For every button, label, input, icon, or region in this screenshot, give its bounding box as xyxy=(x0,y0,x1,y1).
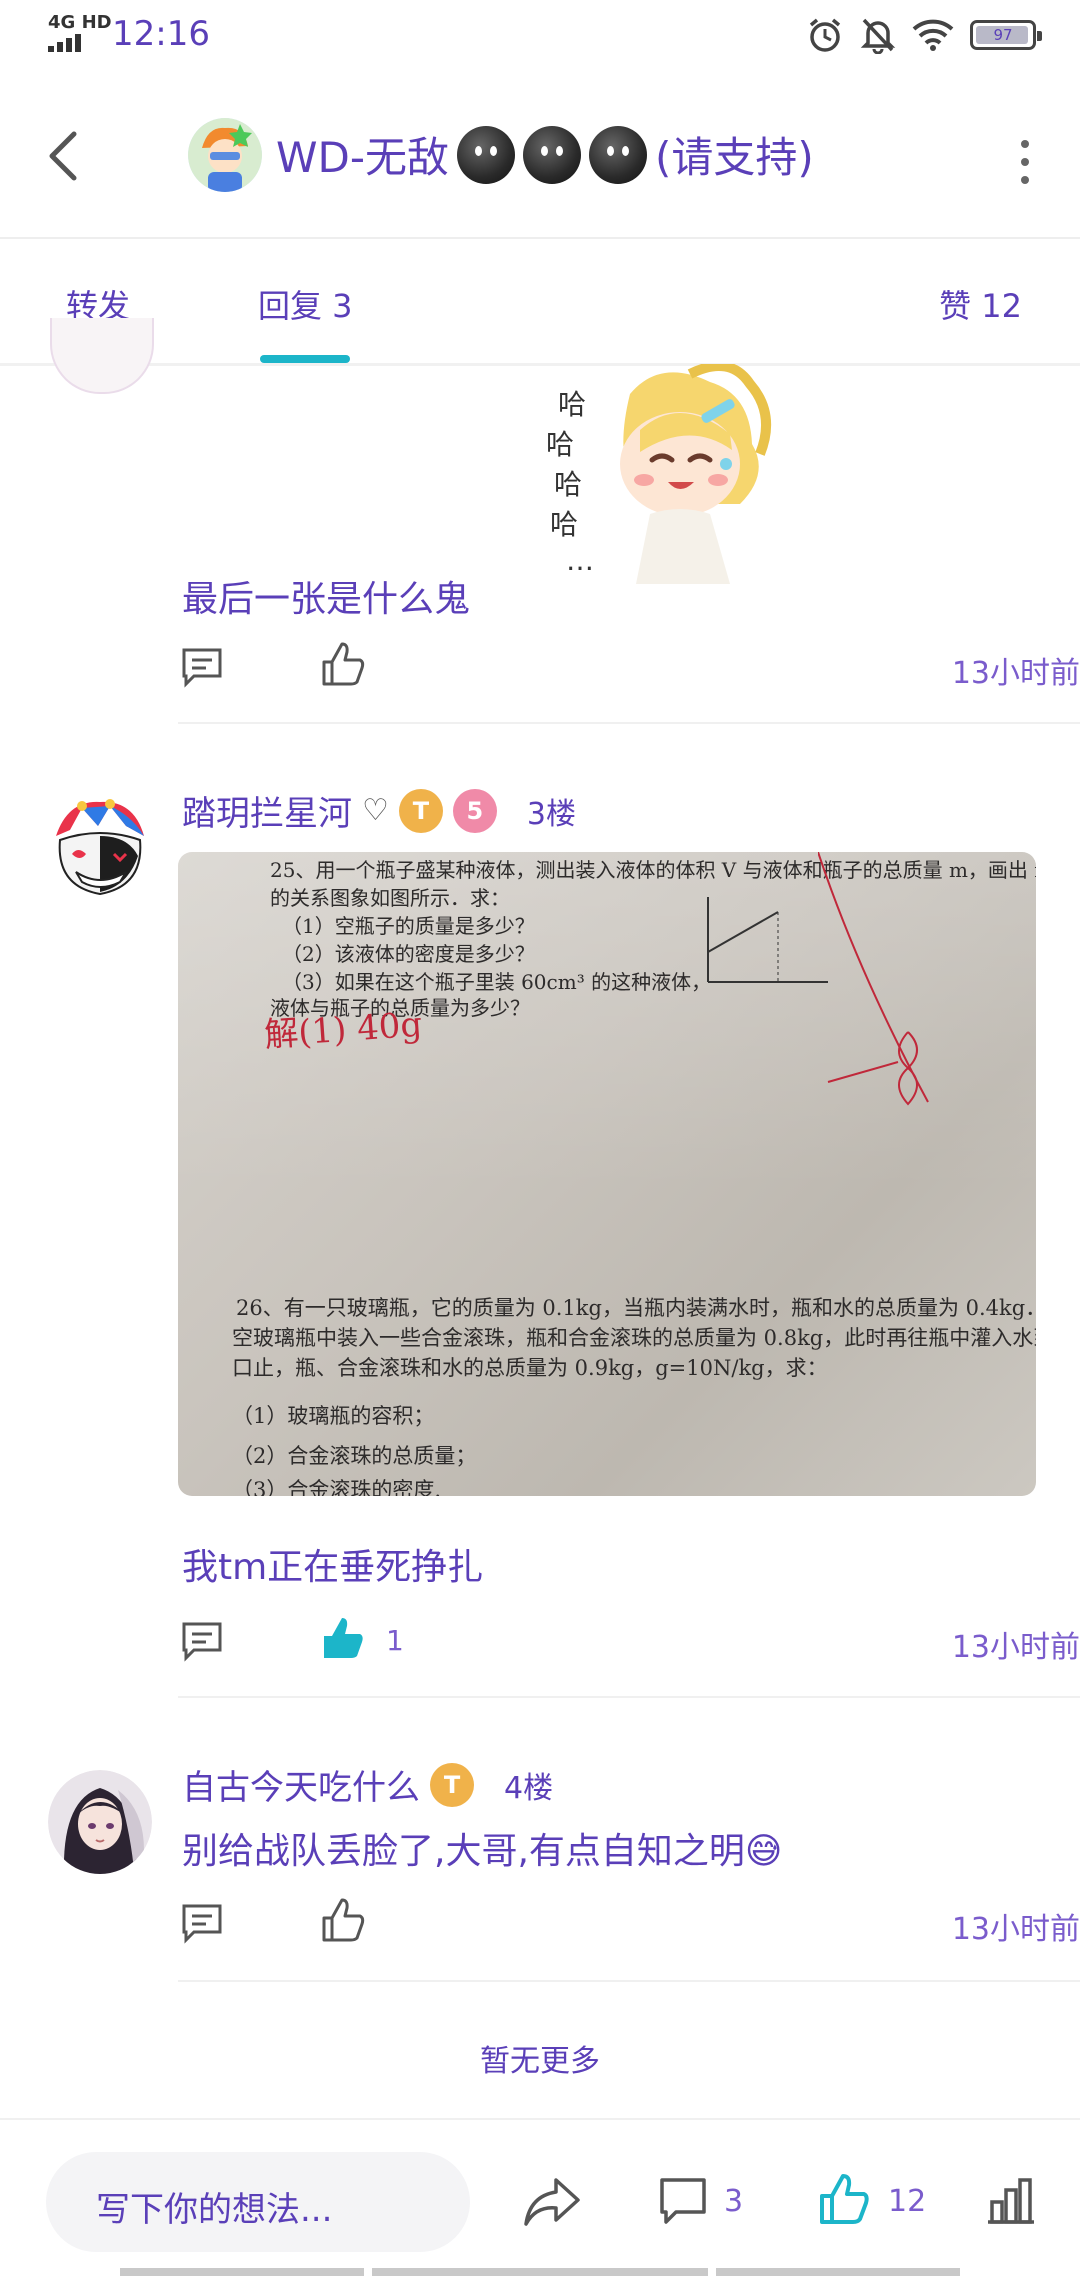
avatar[interactable] xyxy=(48,1770,152,1874)
tab-replies[interactable]: 回复 3 xyxy=(258,281,353,327)
tab-likes[interactable]: 赞 12 xyxy=(939,281,1022,327)
photo-text-line: 的关系图象如图所示．求： xyxy=(270,886,510,910)
photo-text-line: （3）合金滚珠的密度. xyxy=(232,1478,442,1496)
photo-text-line: （3）如果在这个瓶子里装 60cm³ 的这种液体， xyxy=(282,970,712,994)
like-icon[interactable] xyxy=(320,640,366,688)
username[interactable]: 踏玥拦星河 xyxy=(182,786,352,835)
title-text: WD-无敌 xyxy=(276,133,450,182)
nav-indicator xyxy=(372,2268,708,2276)
svg-text:哈: 哈 xyxy=(558,388,586,421)
divider xyxy=(178,1696,1080,1698)
post-header: WD-无敌 (请支持) xyxy=(0,72,1080,239)
comment-count: 3 xyxy=(724,2184,744,2219)
comment-text: 我tm正在垂死挣扎 xyxy=(182,1547,484,1588)
svg-text:哈: 哈 xyxy=(550,508,578,541)
graph-sketch-icon xyxy=(707,897,828,983)
post-title: WD-无敌 (请支持) xyxy=(276,124,814,185)
svg-text:…: … xyxy=(566,544,594,577)
network-indicator: 4G HD xyxy=(48,14,112,57)
signal-icon xyxy=(48,34,81,52)
photo-text-line: 26、有一只玻璃瓶，它的质量为 0.1kg，当瓶内装满水时，瓶和水的总质量为 0… xyxy=(236,1296,1036,1320)
comment-actions: 1 13小时前 xyxy=(180,1612,1080,1672)
attached-photo[interactable]: 25、用一个瓶子盛某种液体，测出装入液体的体积 V 与液体和瓶子的总质量 m，画… xyxy=(178,852,1036,1496)
rank-badge: 5 xyxy=(452,788,497,833)
avatar[interactable] xyxy=(50,318,154,394)
comment-text: 别给战队丢脸了,大哥,有点自知之明😅 xyxy=(182,1831,783,1872)
level-badge: T xyxy=(398,788,443,833)
comment-author: 踏玥拦星河 ♡ T 5 3楼 xyxy=(182,786,576,835)
comment-actions: 13小时前 xyxy=(180,1894,1080,1954)
emoji-face-icon xyxy=(589,125,648,184)
bottom-action-bar: 写下你的想法... 3 12 xyxy=(0,2118,1080,2282)
liked-icon[interactable] xyxy=(320,1614,366,1662)
comment-text: 最后一张是什么鬼 xyxy=(182,579,471,620)
photo-text-line: （2）该液体的密度是多少？ xyxy=(282,942,535,966)
tab-bar: 转发 回复 3 赞 12 xyxy=(0,239,1080,366)
level-badge: T xyxy=(430,1762,474,1807)
comment-time: 13小时前 xyxy=(951,656,1080,691)
comment-author: 自古今天吃什么 T 4楼 xyxy=(182,1760,553,1809)
nav-indicator xyxy=(120,2268,364,2276)
heart-outline-icon: ♡ xyxy=(362,793,389,828)
floor-number: 3楼 xyxy=(526,796,576,832)
divider xyxy=(178,722,1080,724)
comment-actions: 13小时前 xyxy=(180,638,1080,698)
reply-icon[interactable] xyxy=(180,1900,224,1944)
battery-icon: 97 xyxy=(970,20,1042,50)
alarm-icon xyxy=(809,18,841,52)
reply-icon[interactable] xyxy=(180,644,224,688)
username[interactable]: 自古今天吃什么 xyxy=(182,1760,420,1809)
photo-text-line: （2）合金滚珠的总质量； xyxy=(232,1444,477,1468)
photo-text-line: （1）玻璃瓶的容积； xyxy=(232,1404,435,1428)
battery-percent: 97 xyxy=(993,26,1013,44)
mute-bell-icon xyxy=(860,18,896,54)
photo-text-line: 口止，瓶、合金滚珠和水的总质量为 0.9kg，g=10N/kg，求： xyxy=(232,1356,828,1380)
svg-text:哈: 哈 xyxy=(554,468,582,501)
more-options-button[interactable] xyxy=(1010,132,1040,192)
comment-time: 13小时前 xyxy=(951,1630,1080,1665)
back-button[interactable] xyxy=(40,126,90,186)
divider xyxy=(178,1980,1080,1982)
reply-icon[interactable] xyxy=(180,1618,224,1662)
compose-input[interactable]: 写下你的想法... xyxy=(46,2152,470,2252)
title-suffix: (请支持) xyxy=(655,133,814,182)
floor-number: 4楼 xyxy=(504,1770,554,1806)
active-tab-indicator xyxy=(260,355,350,363)
no-more-label: 暂无更多 xyxy=(480,2044,600,2079)
like-button-icon[interactable] xyxy=(818,2172,870,2226)
svg-text:哈: 哈 xyxy=(546,428,574,461)
like-icon[interactable] xyxy=(320,1896,366,1944)
photo-text-line: 空玻璃瓶中装入一些合金滚珠，瓶和合金滚珠的总质量为 0.8kg，此时再往瓶中灌入… xyxy=(232,1326,1036,1350)
like-count: 1 xyxy=(386,1624,404,1657)
compose-placeholder: 写下你的想法... xyxy=(96,2190,333,2230)
avatar[interactable] xyxy=(48,796,152,900)
author-avatar[interactable] xyxy=(188,118,262,192)
red-pen-marks xyxy=(818,852,929,1106)
nav-indicator xyxy=(716,2268,960,2276)
photo-text-line: （1）空瓶子的质量是多少？ xyxy=(282,914,535,938)
anime-laughing-sticker: 哈 哈 哈 哈 … xyxy=(546,364,771,584)
share-icon[interactable] xyxy=(522,2176,582,2228)
like-count: 12 xyxy=(888,2184,927,2219)
emoji-face-icon xyxy=(523,125,582,184)
status-bar: 4G HD 12:16 97 xyxy=(0,0,1080,72)
emoji-face-icon xyxy=(457,125,516,184)
comment-time: 13小时前 xyxy=(951,1912,1080,1947)
comment-icon[interactable] xyxy=(658,2176,708,2228)
wifi-icon xyxy=(912,19,954,51)
status-time: 12:16 xyxy=(112,14,210,54)
stats-icon[interactable] xyxy=(984,2176,1038,2226)
